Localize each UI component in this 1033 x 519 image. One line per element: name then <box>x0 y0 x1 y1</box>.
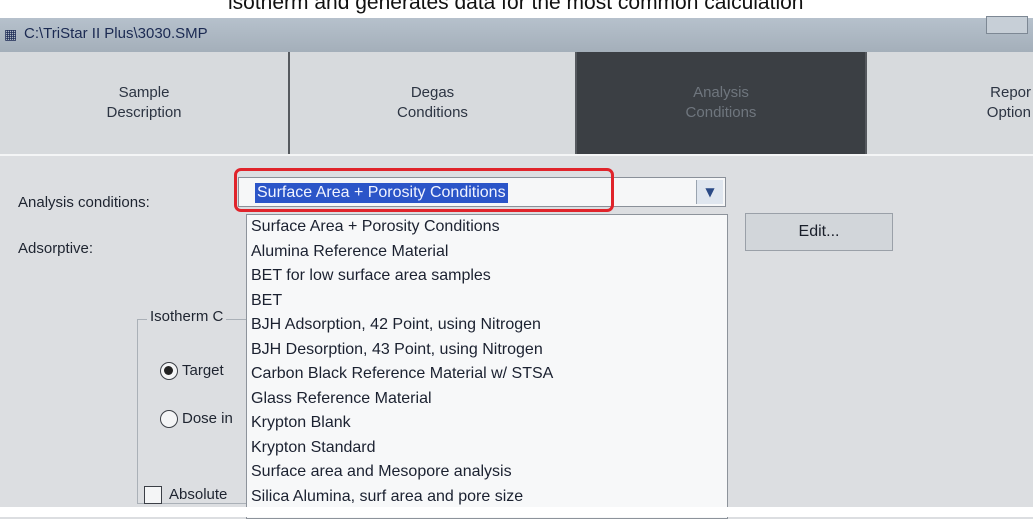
dropdown-option[interactable]: Surface area and Mesopore analysis <box>247 460 727 485</box>
dropdown-option[interactable]: Surface Area + Porosity Conditions <box>247 215 727 240</box>
radio-dose[interactable] <box>160 410 178 428</box>
radio-dose-label: Dose in <box>182 410 233 427</box>
analysis-conditions-label: Analysis conditions: <box>18 194 150 211</box>
absolute-checkbox-label: Absolute <box>169 486 228 503</box>
radio-target[interactable] <box>160 362 178 380</box>
tab-label: Sample Description <box>106 84 182 121</box>
isotherm-group-label: Isotherm C <box>147 308 227 325</box>
tab-degas-conditions[interactable]: Degas Conditions <box>290 52 577 154</box>
radio-target-label: Target <box>182 362 224 379</box>
edit-button[interactable]: Edit... <box>745 213 893 251</box>
dropdown-option[interactable]: Krypton Blank <box>247 411 727 436</box>
dropdown-option[interactable]: Alumina Reference Material <box>247 240 727 265</box>
annotation-highlight <box>234 168 614 212</box>
tab-label: Repor Option <box>986 84 1031 121</box>
window-titlebar: ▦ C:\TriStar II Plus\3030.SMP <box>0 16 1033 52</box>
dropdown-option[interactable]: BJH Desorption, 43 Point, using Nitrogen <box>247 338 727 363</box>
adsorptive-label: Adsorptive: <box>18 240 94 257</box>
analysis-conditions-panel: Analysis conditions: Adsorptive: Surface… <box>0 154 1033 519</box>
chevron-down-icon[interactable]: ▼ <box>696 180 723 204</box>
dropdown-option[interactable]: BET for low surface area samples <box>247 264 727 289</box>
caption-bar: isotherm and generates data for the most… <box>0 0 1033 18</box>
dropdown-option[interactable]: Krypton Standard <box>247 436 727 461</box>
app-icon: ▦ <box>4 27 18 43</box>
dropdown-option[interactable]: Silica Alumina, surf area and pore size <box>247 485 727 510</box>
caption-text: isotherm and generates data for the most… <box>228 0 804 14</box>
tab-label: Degas Conditions <box>397 84 468 121</box>
dropdown-option[interactable]: Carbon Black Reference Material w/ STSA <box>247 362 727 387</box>
dropdown-option[interactable]: BJH Adsorption, 42 Point, using Nitrogen <box>247 313 727 338</box>
window-title: C:\TriStar II Plus\3030.SMP <box>24 25 208 42</box>
tab-label: Analysis Conditions <box>685 84 757 121</box>
dropdown-option[interactable]: BET <box>247 289 727 314</box>
bottom-strip <box>0 507 1033 517</box>
analysis-conditions-dropdown-list[interactable]: Surface Area + Porosity Conditions Alumi… <box>246 214 728 519</box>
tab-sample-description[interactable]: Sample Description <box>0 52 290 154</box>
dropdown-option[interactable]: Glass Reference Material <box>247 387 727 412</box>
tab-analysis-conditions[interactable]: Analysis Conditions <box>577 52 867 154</box>
absolute-checkbox[interactable] <box>144 486 162 504</box>
window-control-button[interactable] <box>986 16 1028 34</box>
tab-report-options[interactable]: Repor Option <box>867 52 1033 154</box>
tab-strip: Sample Description Degas Conditions Anal… <box>0 52 1033 154</box>
